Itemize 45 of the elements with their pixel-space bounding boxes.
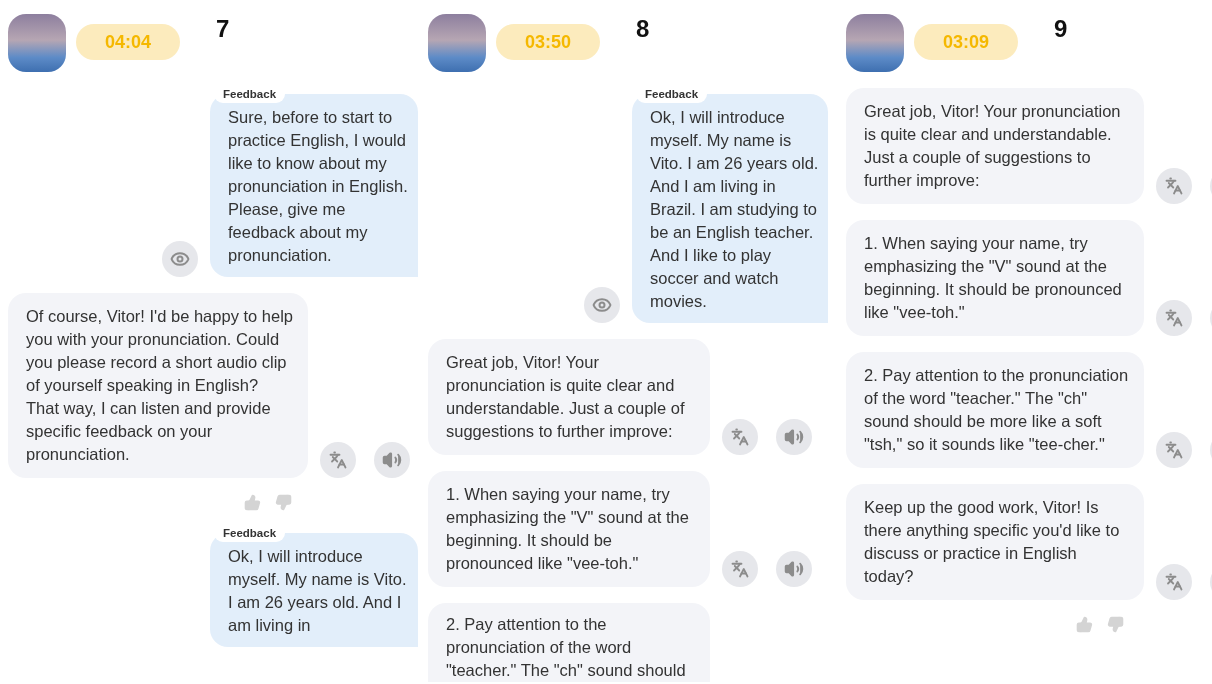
assistant-message-bubble: Great job, Vitor! Your pronunciation is quite clear and understandable. Just a couple of suggestions to further improve: [428, 339, 710, 455]
translate-button[interactable] [320, 442, 356, 478]
timer: 03:09 [914, 24, 1018, 60]
translate-icon [1165, 309, 1183, 327]
avatar-photo-placeholder [8, 14, 66, 72]
translate-icon [1165, 177, 1183, 195]
eye-icon [592, 295, 612, 315]
speaker-icon [784, 559, 804, 579]
speaker-button[interactable] [374, 442, 410, 478]
translate-icon [329, 451, 347, 469]
translate-button[interactable] [1156, 564, 1192, 600]
thumbs-down-icon[interactable] [1107, 616, 1124, 633]
step-number: 9 [1054, 15, 1068, 43]
speaker-button[interactable] [776, 551, 812, 587]
eye-icon [170, 249, 190, 269]
step-number: 7 [216, 15, 230, 43]
eye-button[interactable] [162, 241, 198, 277]
step-number: 8 [636, 15, 650, 43]
translate-icon [1165, 441, 1183, 459]
translate-button[interactable] [1156, 432, 1192, 468]
assistant-message-bubble: 1. When saying your name, try emphasizing the "V" sound at the beginning. It should be pronounced like "vee-toh." [846, 220, 1144, 336]
avatar-photo-placeholder [428, 14, 486, 72]
speaker-button[interactable] [776, 419, 812, 455]
thumbs-down-icon[interactable] [275, 494, 292, 511]
translate-button[interactable] [1156, 300, 1192, 336]
translate-icon [731, 428, 749, 446]
thumbs-up-icon[interactable] [244, 494, 261, 511]
assistant-message-bubble: 2. Pay attention to the pronunciation of the word "teacher." The "ch" sound should be more like a soft "tsh," so it sounds like "tee-cher." [846, 352, 1144, 468]
assistant-message-bubble: Great job, Vitor! Your pronunciation is quite clear and understandable. Just a couple of suggestions to further improve: [846, 88, 1144, 204]
speaker-icon [382, 450, 402, 470]
timer: 04:04 [76, 24, 180, 60]
translate-button[interactable] [722, 419, 758, 455]
speaker-icon [784, 427, 804, 447]
assistant-message-bubble: 2. Pay attention to the pronunciation of the word "teacher." The "ch" sound should [428, 603, 710, 682]
avatar-photo-placeholder [846, 14, 904, 72]
timer: 03:50 [496, 24, 600, 60]
translate-icon [731, 560, 749, 578]
eye-button[interactable] [584, 287, 620, 323]
translate-button[interactable] [1156, 168, 1192, 204]
thumbs-up-icon[interactable] [1076, 616, 1093, 633]
assistant-message-bubble: Keep up the good work, Vitor! Is there anything specific you'd like to discuss or practice in English today? [846, 484, 1144, 600]
translate-button[interactable] [722, 551, 758, 587]
assistant-message-bubble: 1. When saying your name, try emphasizing the "V" sound at the beginning. It should be pronounced like "vee-toh." [428, 471, 710, 587]
translate-icon [1165, 573, 1183, 591]
assistant-message-bubble: Of course, Vitor! I'd be happy to help you with your pronunciation. Could you please record a short audio clip of yourself speaking in English? That way, I can listen and provide specific feedback on your pronunciation. [8, 293, 308, 478]
